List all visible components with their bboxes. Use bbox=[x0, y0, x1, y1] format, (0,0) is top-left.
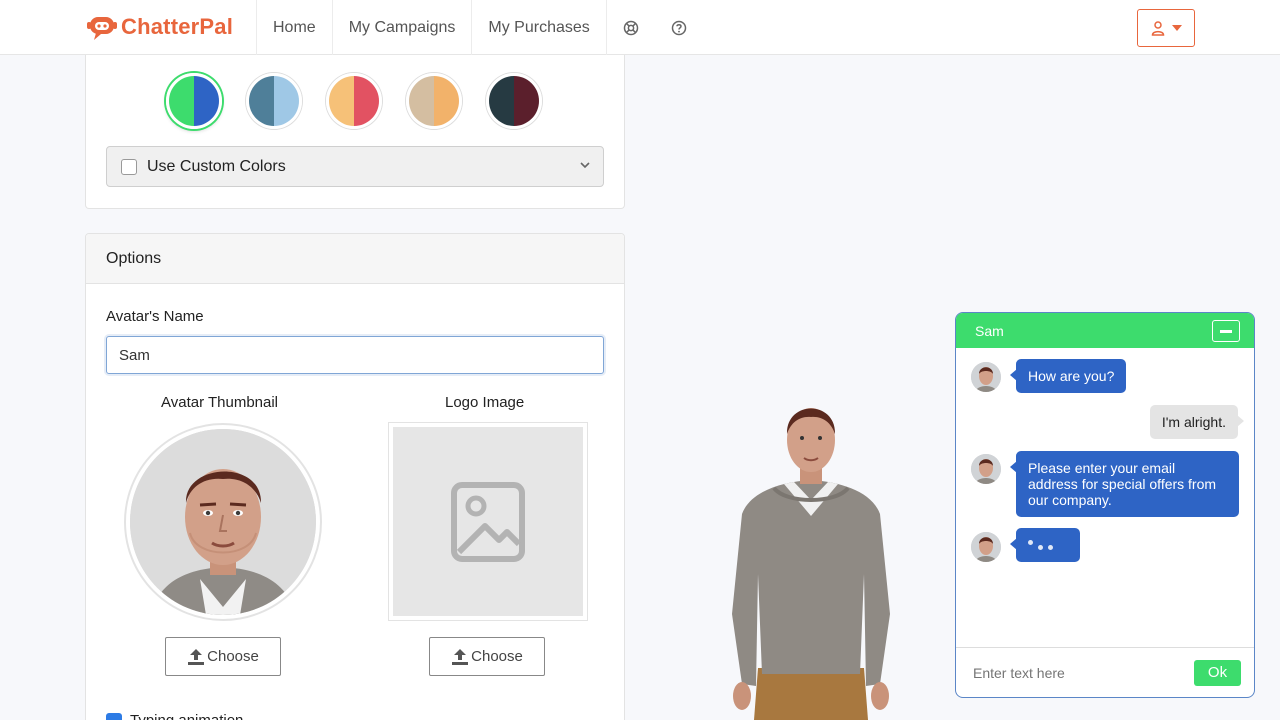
chevron-down-icon bbox=[580, 162, 590, 169]
chat-input-bar: Ok bbox=[956, 647, 1254, 697]
custom-colors-checkbox[interactable] bbox=[121, 158, 137, 175]
avatar-name-input[interactable] bbox=[106, 336, 604, 374]
bot-message: How are you? bbox=[1009, 359, 1127, 393]
minimize-icon bbox=[1220, 329, 1232, 333]
upload-icon bbox=[188, 648, 205, 665]
minimize-button[interactable] bbox=[1212, 320, 1240, 342]
send-button[interactable]: Ok bbox=[1194, 659, 1241, 686]
brand-logo[interactable]: ChatterPal bbox=[86, 12, 233, 42]
chat-bubble-logo-icon bbox=[86, 13, 118, 41]
chat-title: Sam bbox=[975, 322, 1004, 339]
avatar-thumbnail bbox=[124, 423, 322, 621]
user-message: I'm alright. bbox=[1149, 405, 1245, 439]
color-swatch-green-blue[interactable] bbox=[166, 73, 222, 129]
choose-thumbnail-label: Choose bbox=[207, 648, 259, 665]
brand-name: ChatterPal bbox=[121, 14, 234, 39]
chat-header: Sam bbox=[956, 313, 1254, 348]
nav-my-purchases[interactable]: My Purchases bbox=[471, 0, 607, 55]
help-icon[interactable] bbox=[655, 0, 703, 55]
color-swatch-charcoal-maroon[interactable] bbox=[486, 73, 542, 129]
typing-animation-option[interactable]: Typing animation bbox=[106, 712, 243, 720]
nav-home[interactable]: Home bbox=[256, 0, 332, 55]
custom-colors-toggle[interactable]: Use Custom Colors bbox=[106, 146, 604, 187]
choose-logo-label: Choose bbox=[471, 648, 523, 665]
bot-message: Please enter your email address for spec… bbox=[1010, 451, 1239, 517]
avatar-portrait bbox=[130, 429, 316, 615]
bot-avatar bbox=[971, 532, 1001, 562]
bot-avatar bbox=[971, 362, 1001, 392]
bot-avatar bbox=[971, 454, 1001, 484]
user-menu-button[interactable] bbox=[1137, 9, 1195, 47]
chat-messages: How are you? I'm alright. Please enter y… bbox=[956, 348, 1254, 648]
custom-colors-label: Use Custom Colors bbox=[147, 157, 286, 175]
choose-logo-button[interactable]: Choose bbox=[429, 637, 545, 676]
logo-placeholder bbox=[393, 427, 583, 616]
main-nav: Home My Campaigns My Purchases bbox=[256, 0, 703, 55]
logo-image-label: Logo Image bbox=[445, 394, 525, 411]
avatar-name-label: Avatar's Name bbox=[106, 308, 204, 325]
choose-thumbnail-button[interactable]: Choose bbox=[165, 637, 281, 676]
typing-animation-label: Typing animation bbox=[130, 712, 243, 720]
caret-down-icon bbox=[1172, 25, 1182, 31]
color-swatch-tan-orange[interactable] bbox=[406, 73, 462, 129]
image-placeholder-icon bbox=[451, 481, 525, 562]
typing-animation-checkbox[interactable] bbox=[106, 712, 122, 720]
typing-indicator bbox=[1010, 528, 1080, 562]
options-header: Options bbox=[86, 234, 624, 284]
options-card: Options Avatar's Name Avatar Thumbnail L… bbox=[85, 233, 625, 720]
nav-my-campaigns[interactable]: My Campaigns bbox=[331, 0, 472, 55]
avatar-character bbox=[732, 408, 890, 720]
user-icon bbox=[1151, 21, 1165, 36]
color-swatch-peach-red[interactable] bbox=[326, 73, 382, 129]
support-icon[interactable] bbox=[607, 0, 655, 55]
color-theme-card: Use Custom Colors bbox=[85, 55, 625, 209]
logo-image-frame bbox=[388, 422, 588, 621]
avatar-thumbnail-label: Avatar Thumbnail bbox=[161, 394, 279, 411]
upload-icon bbox=[452, 648, 469, 665]
color-swatch-steel-skyblue[interactable] bbox=[246, 73, 302, 129]
top-navbar: ChatterPal Home My Campaigns My Purchase… bbox=[0, 0, 1280, 55]
color-swatches bbox=[166, 73, 542, 129]
chat-message-input[interactable] bbox=[973, 664, 1194, 681]
chat-widget: Sam How are you? I'm alright. Please ent… bbox=[955, 312, 1255, 698]
